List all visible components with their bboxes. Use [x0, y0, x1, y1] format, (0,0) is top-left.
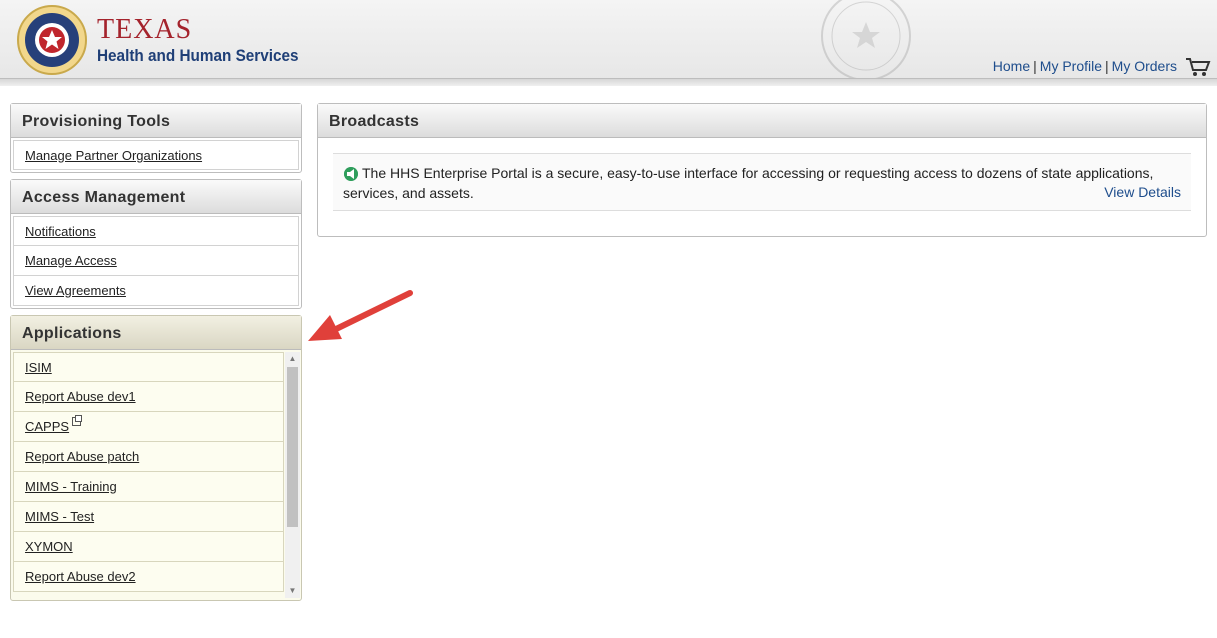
menu-manage-access[interactable]: Manage Access [13, 246, 299, 276]
brand-subtitle: Health and Human Services [97, 46, 299, 65]
access-management-panel: Access Management Notifications Manage A… [10, 179, 302, 309]
app-item-mims-test[interactable]: MIMS - Test [13, 502, 284, 532]
scroll-down-arrow-icon[interactable]: ▼ [285, 584, 300, 598]
applications-scrollbar[interactable]: ▲ ▼ [285, 352, 300, 598]
broadcast-message: The HHS Enterprise Portal is a secure, e… [343, 165, 1154, 201]
nav-home-link[interactable]: Home [993, 58, 1030, 74]
site-header: TEXAS Health and Human Services Home | My … [0, 0, 1217, 86]
nav-separator: | [1105, 58, 1109, 74]
menu-manage-partner-organizations[interactable]: Manage Partner Organizations [13, 140, 299, 170]
cart-icon[interactable] [1185, 56, 1211, 78]
nav-my-orders-link[interactable]: My Orders [1112, 58, 1177, 74]
broadcasts-title: Broadcasts [318, 104, 1206, 138]
nav-my-profile-link[interactable]: My Profile [1040, 58, 1102, 74]
app-item-isim[interactable]: ISIM [13, 352, 284, 382]
brand-title: TEXAS [97, 14, 193, 45]
app-item-label: CAPPS [25, 419, 70, 434]
annotation-arrow-icon [308, 290, 413, 341]
broadcast-megaphone-icon [344, 167, 358, 181]
applications-title: Applications [11, 316, 301, 350]
scroll-up-arrow-icon[interactable]: ▲ [285, 352, 300, 366]
nav-separator: | [1033, 58, 1037, 74]
app-item-mims-training[interactable]: MIMS - Training [13, 472, 284, 502]
provisioning-tools-title: Provisioning Tools [11, 104, 301, 138]
applications-list: ISIM Report Abuse dev1 CAPPS Report Abus… [13, 352, 284, 592]
external-link-icon [72, 415, 83, 426]
texas-hhs-logo-icon[interactable] [16, 4, 88, 76]
applications-panel: Applications ISIM Report Abuse dev1 CAPP… [10, 315, 302, 601]
access-management-title: Access Management [11, 180, 301, 214]
menu-view-agreements[interactable]: View Agreements [13, 276, 299, 306]
app-item-capps[interactable]: CAPPS [13, 412, 284, 442]
scroll-thumb[interactable] [287, 367, 298, 527]
app-item-report-abuse-dev1[interactable]: Report Abuse dev1 [13, 382, 284, 412]
broadcasts-panel: Broadcasts The HHS Enterprise Portal is … [317, 103, 1207, 237]
app-item-report-abuse-patch[interactable]: Report Abuse patch [13, 442, 284, 472]
menu-notifications[interactable]: Notifications [13, 216, 299, 246]
broadcasts-body: The HHS Enterprise Portal is a secure, e… [318, 138, 1206, 211]
provisioning-tools-panel: Provisioning Tools Manage Partner Organi… [10, 103, 302, 173]
view-details-link[interactable]: View Details [1104, 184, 1181, 200]
top-nav: Home | My Profile | My Orders [993, 58, 1177, 74]
brand[interactable]: TEXAS Health and Human Services [97, 16, 321, 66]
broadcast-item: The HHS Enterprise Portal is a secure, e… [333, 153, 1191, 211]
applications-list-container[interactable]: ISIM Report Abuse dev1 CAPPS Report Abus… [11, 350, 301, 600]
header-divider [0, 78, 1217, 86]
app-item-report-abuse-dev2[interactable]: Report Abuse dev2 [13, 562, 284, 592]
state-seal-icon [821, 0, 911, 80]
app-item-xymon[interactable]: XYMON [13, 532, 284, 562]
